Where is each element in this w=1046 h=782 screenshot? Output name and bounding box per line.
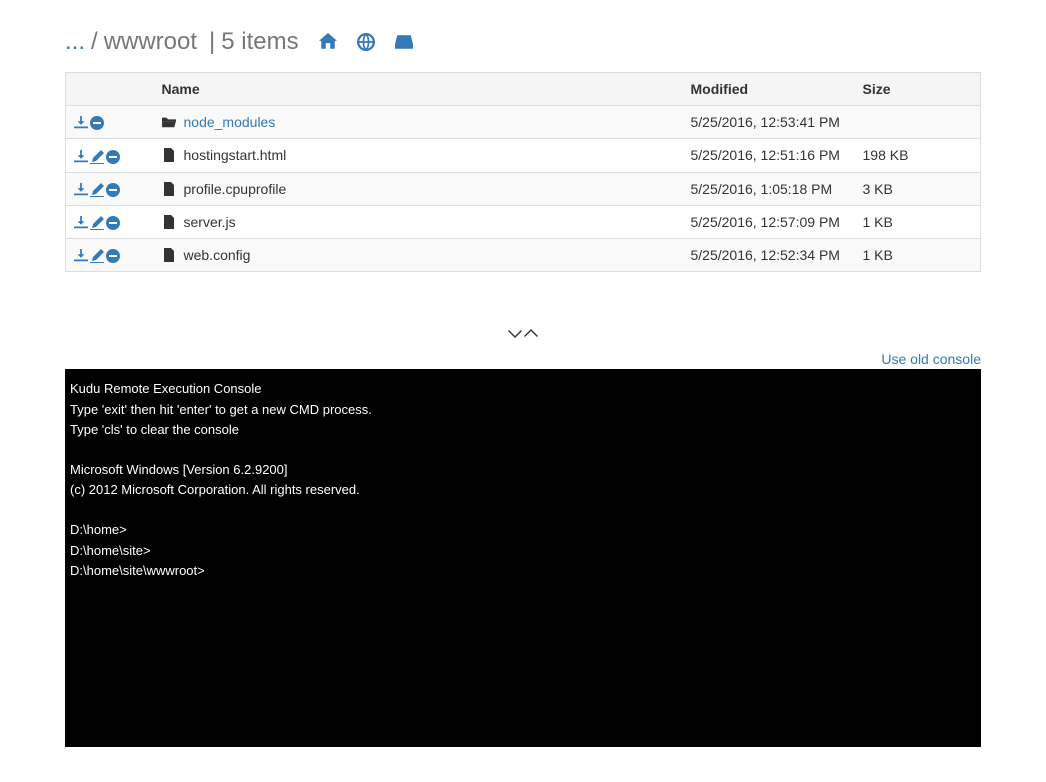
table-row: server.js 5/25/2016, 12:57:09 PM1 KB — [66, 205, 981, 238]
download-icon[interactable] — [74, 249, 88, 263]
delete-icon[interactable] — [106, 249, 120, 263]
item-count: 5 items — [221, 30, 298, 54]
modified-cell: 5/25/2016, 12:57:09 PM — [683, 205, 855, 238]
file-icon — [162, 248, 176, 262]
modified-cell: 5/25/2016, 12:53:41 PM — [683, 106, 855, 139]
modified-cell: 5/25/2016, 1:05:18 PM — [683, 172, 855, 205]
console-line: Type 'cls' to clear the console — [70, 420, 976, 440]
file-name: profile.cpuprofile — [184, 181, 287, 197]
size-cell — [855, 106, 981, 139]
breadcrumb-pipe: | — [209, 30, 215, 54]
col-header-actions — [66, 73, 154, 106]
file-icon — [162, 215, 176, 229]
col-header-size[interactable]: Size — [855, 73, 981, 106]
file-table: Name Modified Size node_modules 5/25/2016… — [65, 72, 981, 272]
table-row: hostingstart.html 5/25/2016, 12:51:16 PM1… — [66, 139, 981, 172]
file-name: hostingstart.html — [184, 147, 287, 163]
collapse-up-icon[interactable] — [524, 327, 538, 346]
expand-down-icon[interactable] — [508, 327, 522, 346]
console-line: Kudu Remote Execution Console — [70, 379, 976, 399]
edit-icon[interactable] — [90, 249, 104, 263]
console-line: Microsoft Windows [Version 6.2.9200] — [70, 460, 976, 480]
console-line: Type 'exit' then hit 'enter' to get a ne… — [70, 400, 976, 420]
use-old-console-link[interactable]: Use old console — [881, 351, 981, 367]
delete-icon[interactable] — [90, 116, 104, 130]
modified-cell: 5/25/2016, 12:52:34 PM — [683, 239, 855, 272]
file-name: web.config — [184, 247, 251, 263]
console-line: D:\home\site> — [70, 541, 976, 561]
col-header-name[interactable]: Name — [154, 73, 683, 106]
delete-icon[interactable] — [106, 150, 120, 164]
modified-cell: 5/25/2016, 12:51:16 PM — [683, 139, 855, 172]
file-icon — [162, 148, 176, 162]
download-icon[interactable] — [74, 216, 88, 230]
size-cell: 1 KB — [855, 239, 981, 272]
delete-icon[interactable] — [106, 216, 120, 230]
globe-icon[interactable] — [357, 33, 375, 51]
download-icon[interactable] — [74, 183, 88, 197]
size-cell: 198 KB — [855, 139, 981, 172]
breadcrumb-separator: / — [91, 30, 98, 54]
breadcrumb-parent-link[interactable]: ... — [65, 30, 85, 54]
table-row: profile.cpuprofile 5/25/2016, 1:05:18 PM3… — [66, 172, 981, 205]
folder-link[interactable]: node_modules — [184, 114, 276, 130]
splitter — [65, 327, 981, 346]
console[interactable]: Kudu Remote Execution ConsoleType 'exit'… — [65, 369, 981, 747]
folder-icon — [162, 115, 176, 129]
col-header-modified[interactable]: Modified — [683, 73, 855, 106]
breadcrumb-current: wwwroot — [104, 30, 197, 54]
console-line: D:\home\site\wwwroot> — [70, 561, 976, 581]
console-line: D:\home> — [70, 520, 976, 540]
breadcrumb: ... / wwwroot | 5 items — [65, 30, 981, 54]
home-icon[interactable] — [319, 33, 337, 51]
delete-icon[interactable] — [106, 183, 120, 197]
download-icon[interactable] — [74, 116, 88, 130]
disk-icon[interactable] — [395, 33, 413, 51]
download-icon[interactable] — [74, 150, 88, 164]
console-line — [70, 500, 976, 520]
edit-icon[interactable] — [90, 150, 104, 164]
size-cell: 3 KB — [855, 172, 981, 205]
file-name: server.js — [184, 214, 236, 230]
size-cell: 1 KB — [855, 205, 981, 238]
table-row: web.config 5/25/2016, 12:52:34 PM1 KB — [66, 239, 981, 272]
table-row: node_modules 5/25/2016, 12:53:41 PM — [66, 106, 981, 139]
edit-icon[interactable] — [90, 183, 104, 197]
console-line: (c) 2012 Microsoft Corporation. All righ… — [70, 480, 976, 500]
file-icon — [162, 182, 176, 196]
edit-icon[interactable] — [90, 216, 104, 230]
console-line — [70, 440, 976, 460]
